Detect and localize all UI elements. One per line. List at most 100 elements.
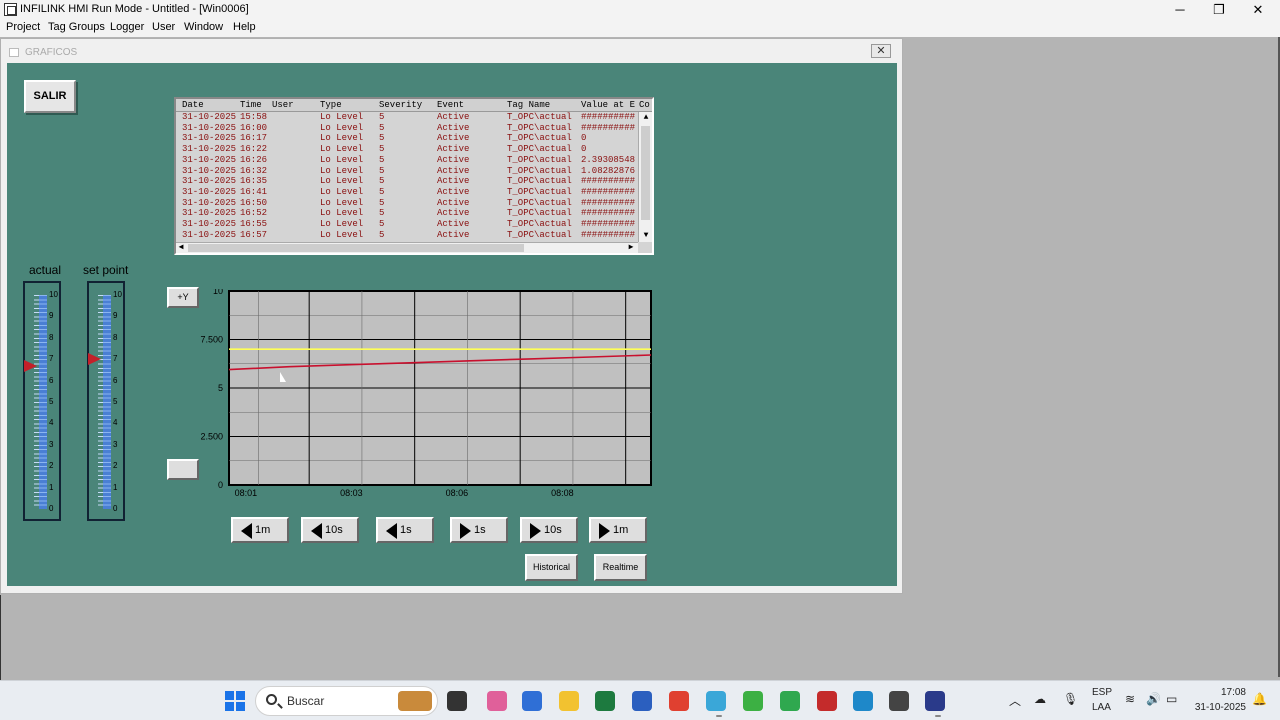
menu-project[interactable]: Project [6, 21, 40, 33]
table-row[interactable]: 31-10-2025 16:35 Lo Level 5 Active T_OPC\actu… [176, 176, 638, 187]
nav-right-1m-button[interactable]: 1m [589, 517, 647, 543]
table-row[interactable]: 31-10-2025 16:00 Lo Level 5 Active T_OPC\actu… [176, 123, 638, 134]
col-tag-name[interactable]: Tag Name [507, 100, 550, 110]
col-severity[interactable]: Severity [379, 100, 422, 110]
menu-bar: Project Tag Groups Logger User Window He… [0, 20, 1280, 37]
cell-date: 31-10-2025 [182, 176, 237, 187]
table-row[interactable]: 31-10-2025 16:57 Lo Level 5 Active T_OPC\actu… [176, 230, 638, 241]
col-date[interactable]: Date [182, 100, 204, 110]
x-tick-label: 08:03 [340, 488, 363, 498]
language-indicator[interactable]: ESP [1092, 687, 1112, 698]
hmi-app-icon[interactable] [925, 691, 945, 711]
cell-time: 16:55 [240, 219, 268, 229]
alarm-table-header: Date Time User Type Severity Event Tag N… [176, 99, 652, 112]
table-row[interactable]: 31-10-2025 16:17 Lo Level 5 Active T_OPC\actu… [176, 133, 638, 144]
col-co[interactable]: Co [639, 100, 650, 110]
cell-time: 15:58 [240, 112, 268, 122]
cell-event: Active [437, 112, 470, 122]
scroll-up-icon[interactable]: ▲ [639, 112, 652, 124]
clock-date[interactable]: 31-10-2025 [1186, 702, 1246, 713]
trend-chart[interactable]: 10 7.500 5 2.500 0 08:01 08:03 08:06 08:08 [157, 289, 657, 505]
menu-user[interactable]: User [152, 21, 175, 33]
cell-time: 16:41 [240, 186, 268, 197]
col-user[interactable]: User [272, 100, 294, 110]
cell-type: Lo Level [320, 219, 364, 229]
nav-left-1m-button[interactable]: 1m [231, 517, 289, 543]
nav-left-10s-button[interactable]: 10s [301, 517, 359, 543]
nav-left-1s-button[interactable]: 1s [376, 517, 434, 543]
menu-help[interactable]: Help [233, 21, 256, 33]
app-icon [4, 3, 17, 16]
folder-icon[interactable] [559, 691, 579, 711]
alarm-table[interactable]: Date Time User Type Severity Event Tag N… [174, 97, 654, 255]
menu-logger[interactable]: Logger [110, 21, 144, 33]
alarm-vertical-scrollbar[interactable]: ▲ ▼ [638, 112, 652, 242]
wifi-icon[interactable]: ≋ [1125, 692, 1135, 706]
scroll-right-icon[interactable]: ▶ [626, 242, 636, 253]
ex-app-icon[interactable] [780, 691, 800, 711]
chevron-up-icon[interactable]: ︿ [1009, 692, 1021, 709]
word-icon[interactable] [632, 691, 652, 711]
cell-type: Lo Level [320, 144, 364, 155]
col-type[interactable]: Type [320, 100, 342, 110]
task-view-icon[interactable] [447, 691, 467, 711]
table-row[interactable]: 31-10-2025 16:52 Lo Level 5 Active T_OPC\actu… [176, 208, 638, 219]
cell-value: ########## [581, 229, 636, 240]
table-row[interactable]: 31-10-2025 16:41 Lo Level 5 Active T_OPC\actu… [176, 187, 638, 198]
horizontal-scroll-thumb[interactable] [188, 244, 524, 252]
cell-severity: 5 [379, 133, 385, 144]
snipping-icon[interactable] [706, 691, 726, 711]
col-value[interactable]: Value at E [581, 100, 635, 110]
microphone-icon[interactable]: 🎙 [1063, 692, 1078, 706]
cell-type: Lo Level [320, 133, 364, 144]
cloud-icon[interactable]: ☁ [1034, 692, 1046, 706]
realtime-button[interactable]: Realtime [594, 554, 647, 581]
excel-icon[interactable] [595, 691, 615, 711]
table-row[interactable]: 31-10-2025 16:26 Lo Level 5 Active T_OPC\actu… [176, 155, 638, 166]
table-row[interactable]: 31-10-2025 16:50 Lo Level 5 Active T_OPC\actu… [176, 198, 638, 209]
windows-start-icon[interactable] [225, 691, 245, 711]
scroll-left-icon[interactable]: ◀ [176, 242, 186, 253]
qc-app-icon[interactable] [889, 691, 909, 711]
volume-icon[interactable]: 🔊 [1146, 692, 1161, 706]
shield-app-icon[interactable] [817, 691, 837, 711]
table-row[interactable]: 31-10-2025 16:22 Lo Level 5 Active T_OPC\actu… [176, 144, 638, 155]
refresh-app-icon[interactable] [743, 691, 763, 711]
chrome-icon[interactable] [669, 691, 689, 711]
cell-date: 31-10-2025 [182, 165, 237, 176]
col-event[interactable]: Event [437, 100, 464, 110]
cell-event: Active [437, 219, 470, 229]
menu-tag-groups[interactable]: Tag Groups [48, 21, 105, 33]
table-row[interactable]: 31-10-2025 15:58 Lo Level 5 Active T_OPC\actu… [176, 112, 638, 123]
notification-bell-icon[interactable]: 🔔 [1252, 692, 1267, 706]
historical-button[interactable]: Historical [525, 554, 578, 581]
table-row[interactable]: 31-10-2025 16:55 Lo Level 5 Active T_OPC\actu… [176, 219, 638, 230]
battery-icon[interactable]: ▭ [1166, 692, 1177, 706]
arrow-left-icon [311, 523, 322, 539]
nav-right-10s-button[interactable]: 10s [520, 517, 578, 543]
vscode-like-icon[interactable] [853, 691, 873, 711]
minimize-button[interactable]: ─ [1160, 0, 1200, 20]
cell-value: ########## [581, 208, 636, 219]
cell-tag-name: T_OPC\actual [507, 176, 572, 187]
widgets-icon[interactable] [398, 691, 432, 711]
search-placeholder: Buscar [287, 694, 325, 708]
store-icon[interactable] [522, 691, 542, 711]
scroll-down-icon[interactable]: ▼ [639, 230, 652, 242]
vertical-scroll-thumb[interactable] [641, 126, 650, 220]
copilot-icon[interactable] [487, 691, 507, 711]
setpoint-pointer-icon[interactable] [88, 353, 101, 366]
close-button[interactable]: ✕ [1238, 0, 1278, 20]
salir-button[interactable]: SALIR [24, 80, 76, 113]
alarm-horizontal-scrollbar[interactable]: ◀ ▶ [176, 242, 638, 253]
nav-right-1s-button[interactable]: 1s [450, 517, 508, 543]
table-row[interactable]: 31-10-2025 16:32 Lo Level 5 Active T_OPC\actu… [176, 166, 638, 177]
restore-button[interactable]: ❐ [1199, 0, 1239, 20]
keyboard-layout-indicator[interactable]: LAA [1092, 702, 1111, 713]
col-time[interactable]: Time [240, 100, 262, 110]
menu-window[interactable]: Window [184, 21, 223, 33]
cell-severity: 5 [379, 197, 385, 208]
cell-time: 16:52 [240, 208, 268, 219]
clock-time[interactable]: 17:08 [1196, 687, 1246, 698]
child-close-button[interactable]: ✕ [871, 44, 891, 58]
